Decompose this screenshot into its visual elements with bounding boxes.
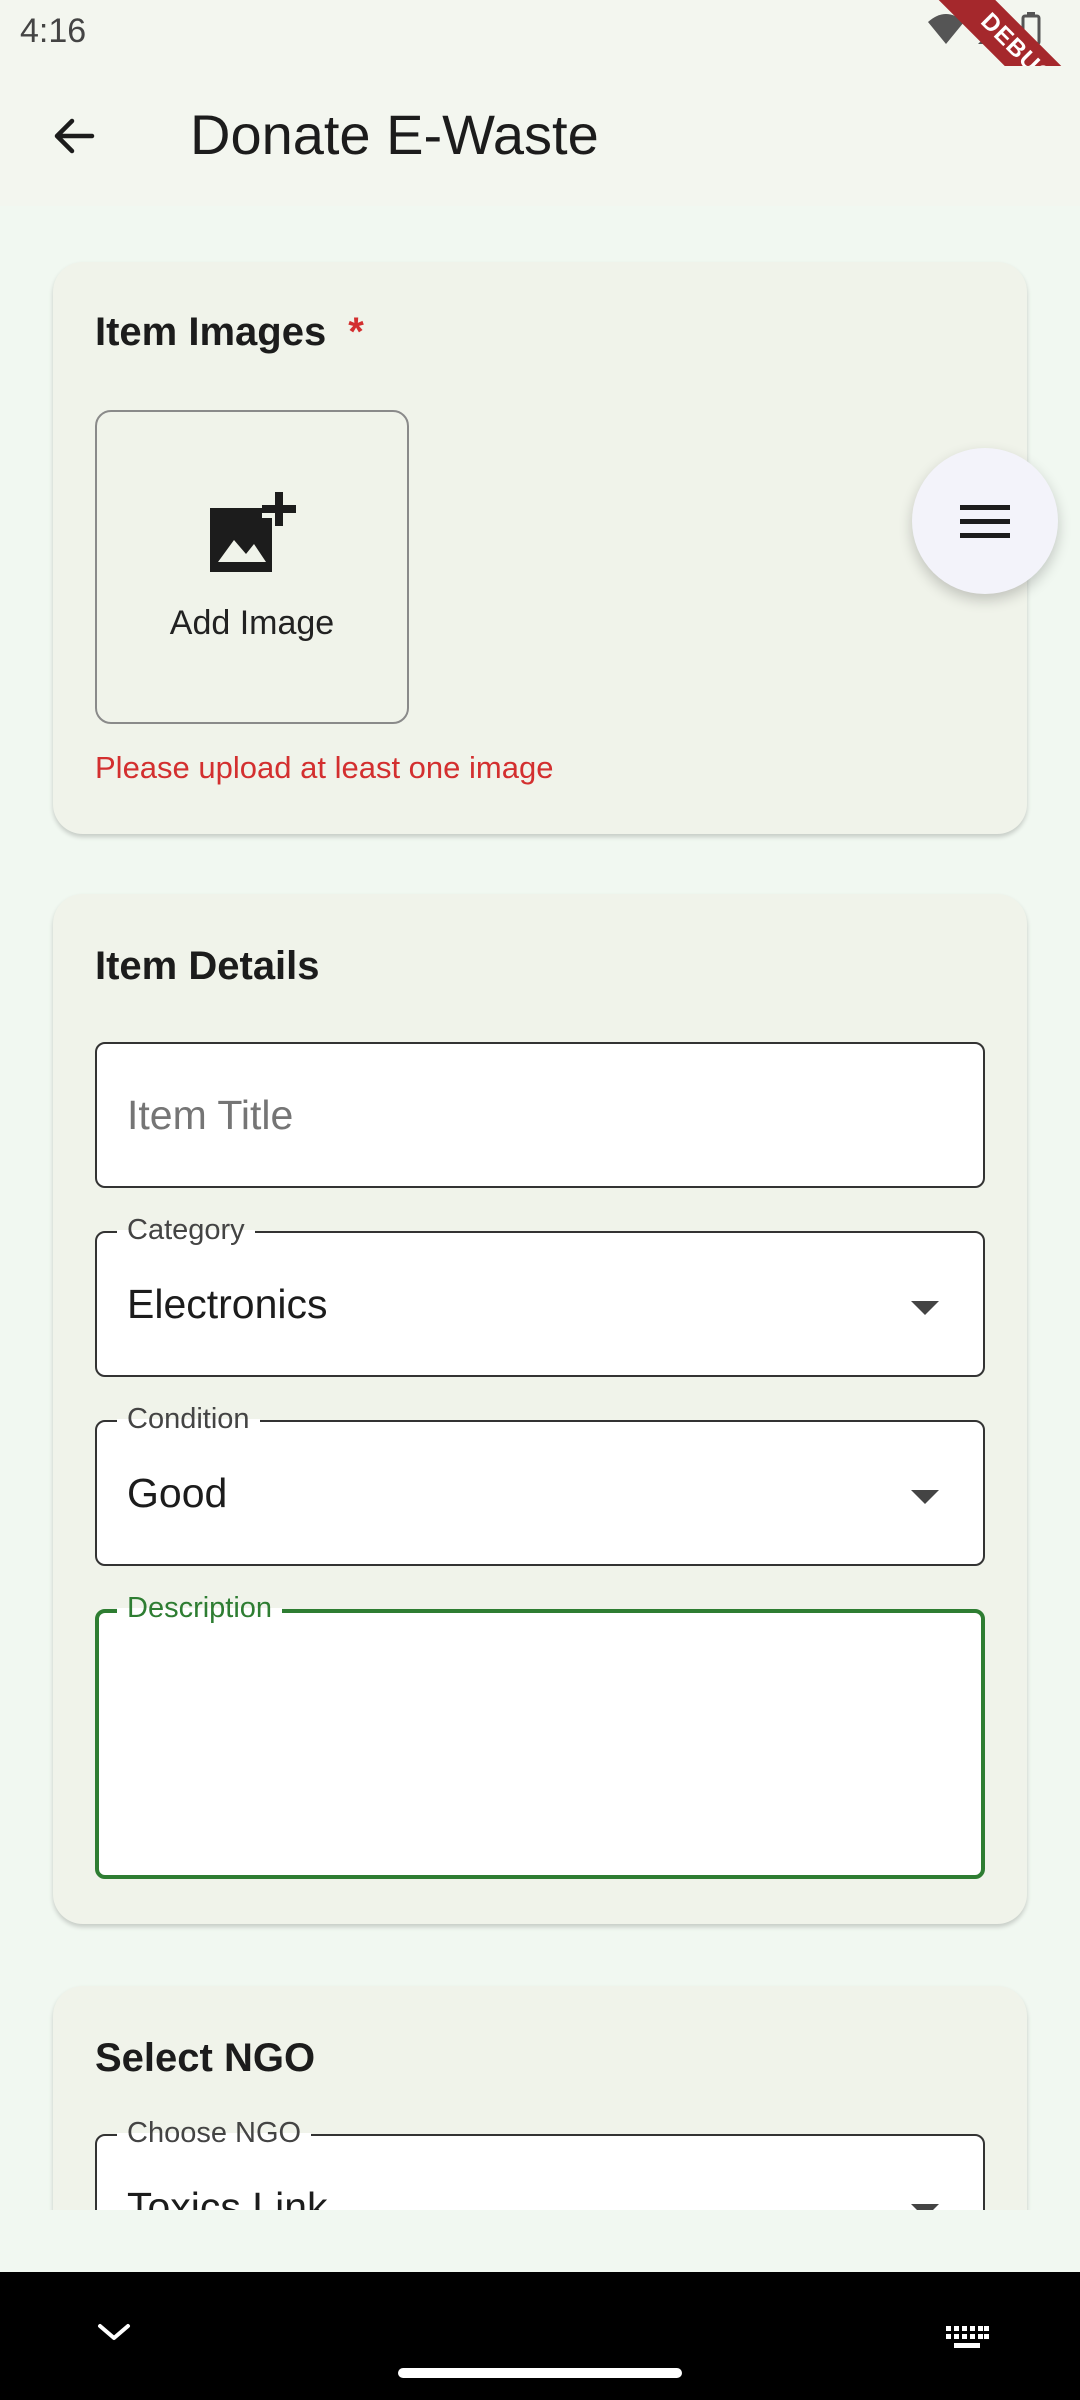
dropdown-arrow-icon — [911, 1490, 939, 1504]
keyboard-icon[interactable] — [944, 2324, 990, 2352]
home-indicator[interactable] — [398, 2368, 682, 2378]
status-time: 4:16 — [20, 12, 87, 50]
item-images-title: Item Images * — [95, 310, 364, 355]
condition-value: Good — [127, 1470, 228, 1516]
condition-dropdown[interactable]: Condition Good — [95, 1400, 985, 1566]
description-label: Description — [117, 1589, 283, 1627]
select-ngo-title: Select NGO — [95, 2036, 316, 2080]
back-button[interactable] — [40, 102, 108, 170]
description-field[interactable]: Description — [95, 1589, 985, 1879]
add-image-label: Add Image — [169, 603, 335, 642]
arrow-back-icon — [54, 118, 95, 154]
item-title-field[interactable] — [95, 1042, 985, 1188]
add-image-button[interactable]: Add Image — [95, 410, 409, 724]
menu-icon — [960, 505, 1010, 538]
category-label: Category — [117, 1211, 255, 1249]
item-title-input[interactable] — [127, 1090, 947, 1140]
item-details-title: Item Details — [95, 944, 320, 988]
select-ngo-card: Select NGO Choose NGO Toxics Link — [53, 1986, 1027, 2210]
page-title: Donate E-Waste — [190, 103, 599, 166]
required-mark: * — [348, 310, 364, 354]
item-details-card: Item Details Category Electronics Condit… — [53, 894, 1027, 1924]
chevron-down-icon[interactable] — [96, 2320, 132, 2344]
system-nav-bar — [0, 2272, 1080, 2400]
category-dropdown[interactable]: Category Electronics — [95, 1211, 985, 1377]
item-images-card: Item Images * Add Image Please upload at … — [53, 262, 1027, 834]
condition-label: Condition — [117, 1400, 260, 1438]
app-bar: Donate E-Waste — [0, 66, 1080, 206]
choose-ngo-dropdown[interactable]: Choose NGO Toxics Link — [95, 2114, 985, 2210]
menu-fab[interactable] — [912, 448, 1058, 594]
category-value: Electronics — [127, 1281, 328, 1327]
add-photo-icon — [210, 491, 296, 572]
choose-ngo-value: Toxics Link — [127, 2184, 328, 2210]
choose-ngo-label: Choose NGO — [117, 2114, 312, 2152]
dropdown-arrow-icon — [911, 2204, 939, 2210]
item-images-title-text: Item Images — [95, 310, 327, 354]
image-error-text: Please upload at least one image — [95, 750, 554, 785]
dropdown-arrow-icon — [911, 1301, 939, 1315]
status-bar: 4:16 DEBUG — [0, 0, 1080, 153]
